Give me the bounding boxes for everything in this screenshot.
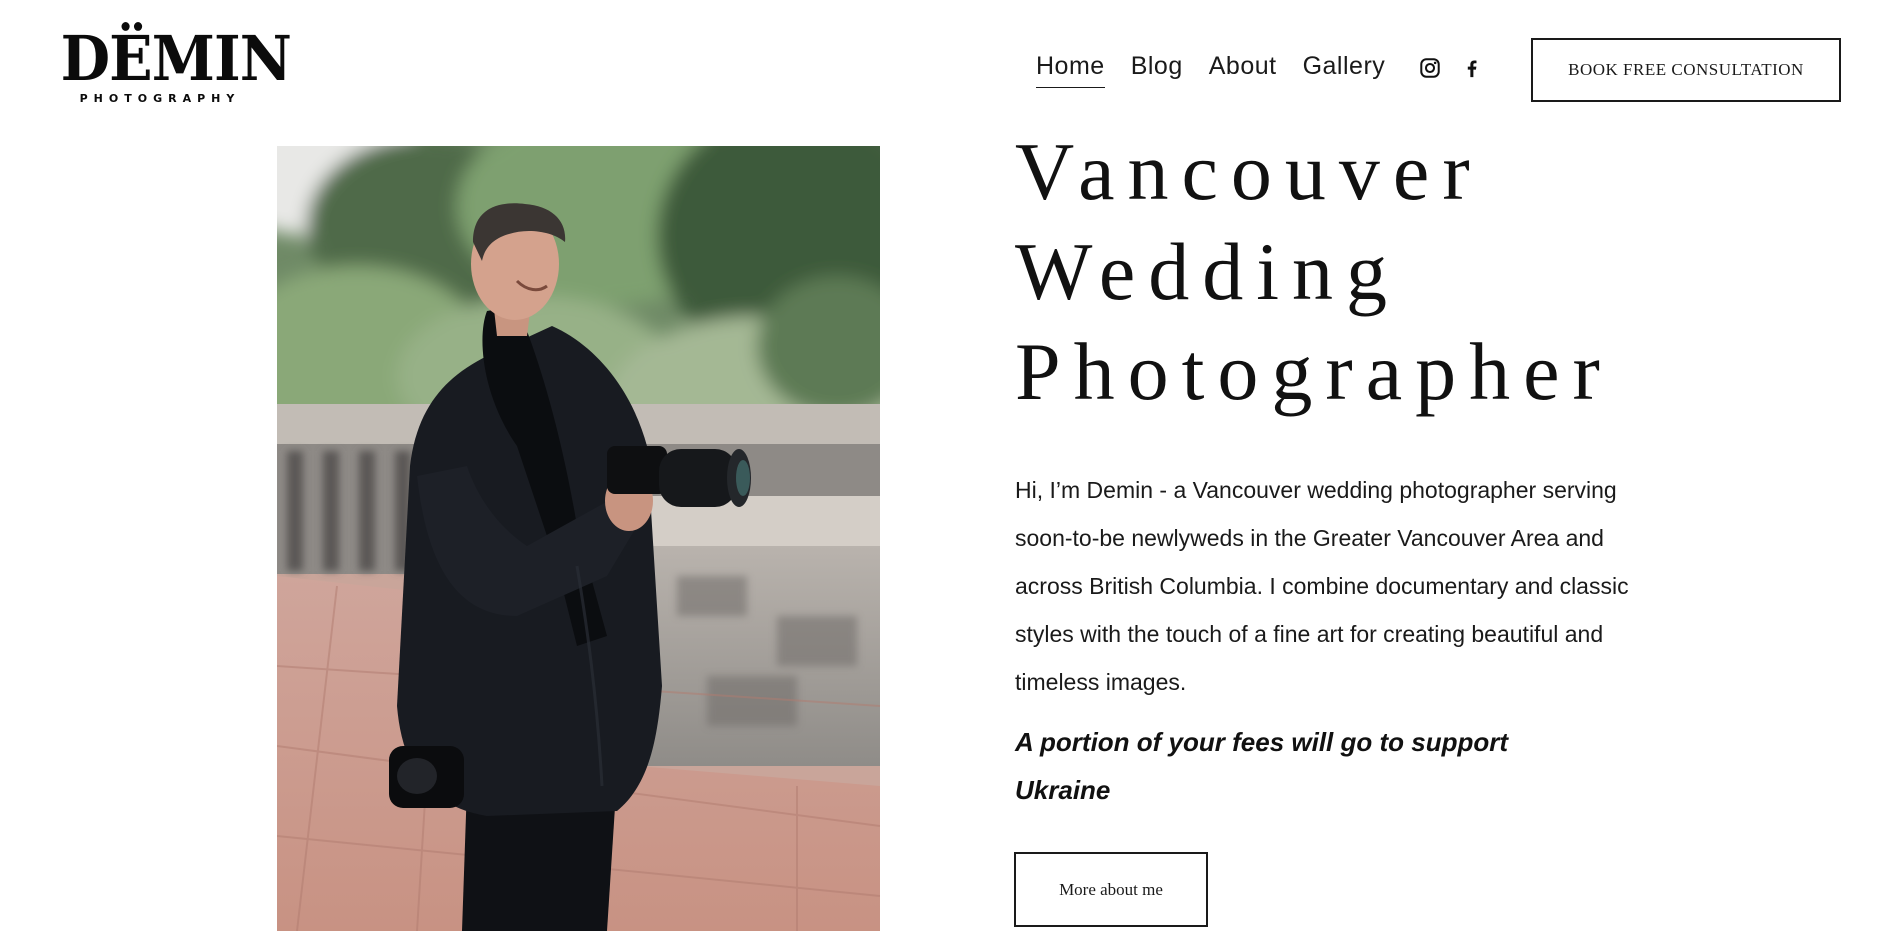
hero-title: Vancouver Wedding Photographer [1015, 122, 1613, 422]
site-header: DËMIN PHOTOGRAPHY Home Blog About Galler… [0, 0, 1883, 140]
intro-text: Hi, I’m Demin - a Vancouver wedding phot… [1015, 477, 1629, 695]
facebook-icon[interactable] [1460, 56, 1484, 80]
nav-about[interactable]: About [1209, 52, 1277, 87]
ukraine-support-note: A portion of your fees will go to suppor… [1015, 727, 1509, 805]
social-links [1418, 56, 1502, 80]
nav-blog[interactable]: Blog [1131, 52, 1183, 87]
more-about-me-button[interactable]: More about me [1014, 852, 1208, 927]
book-consultation-button[interactable]: BOOK FREE CONSULTATION [1531, 38, 1841, 102]
photographer-photo [277, 146, 880, 931]
nav-gallery[interactable]: Gallery [1303, 52, 1386, 87]
logo[interactable]: DËMIN PHOTOGRAPHY [52, 22, 292, 106]
main-nav: Home Blog About Gallery [1036, 52, 1411, 88]
hero-title-line-3: Photographer [1015, 326, 1613, 417]
nav-home[interactable]: Home [1036, 52, 1105, 88]
hero-title-line-2: Wedding [1015, 226, 1401, 317]
hero-title-line-1: Vancouver [1015, 126, 1483, 217]
instagram-icon[interactable] [1418, 56, 1442, 80]
logo-wordmark: DËMIN [60, 22, 292, 95]
